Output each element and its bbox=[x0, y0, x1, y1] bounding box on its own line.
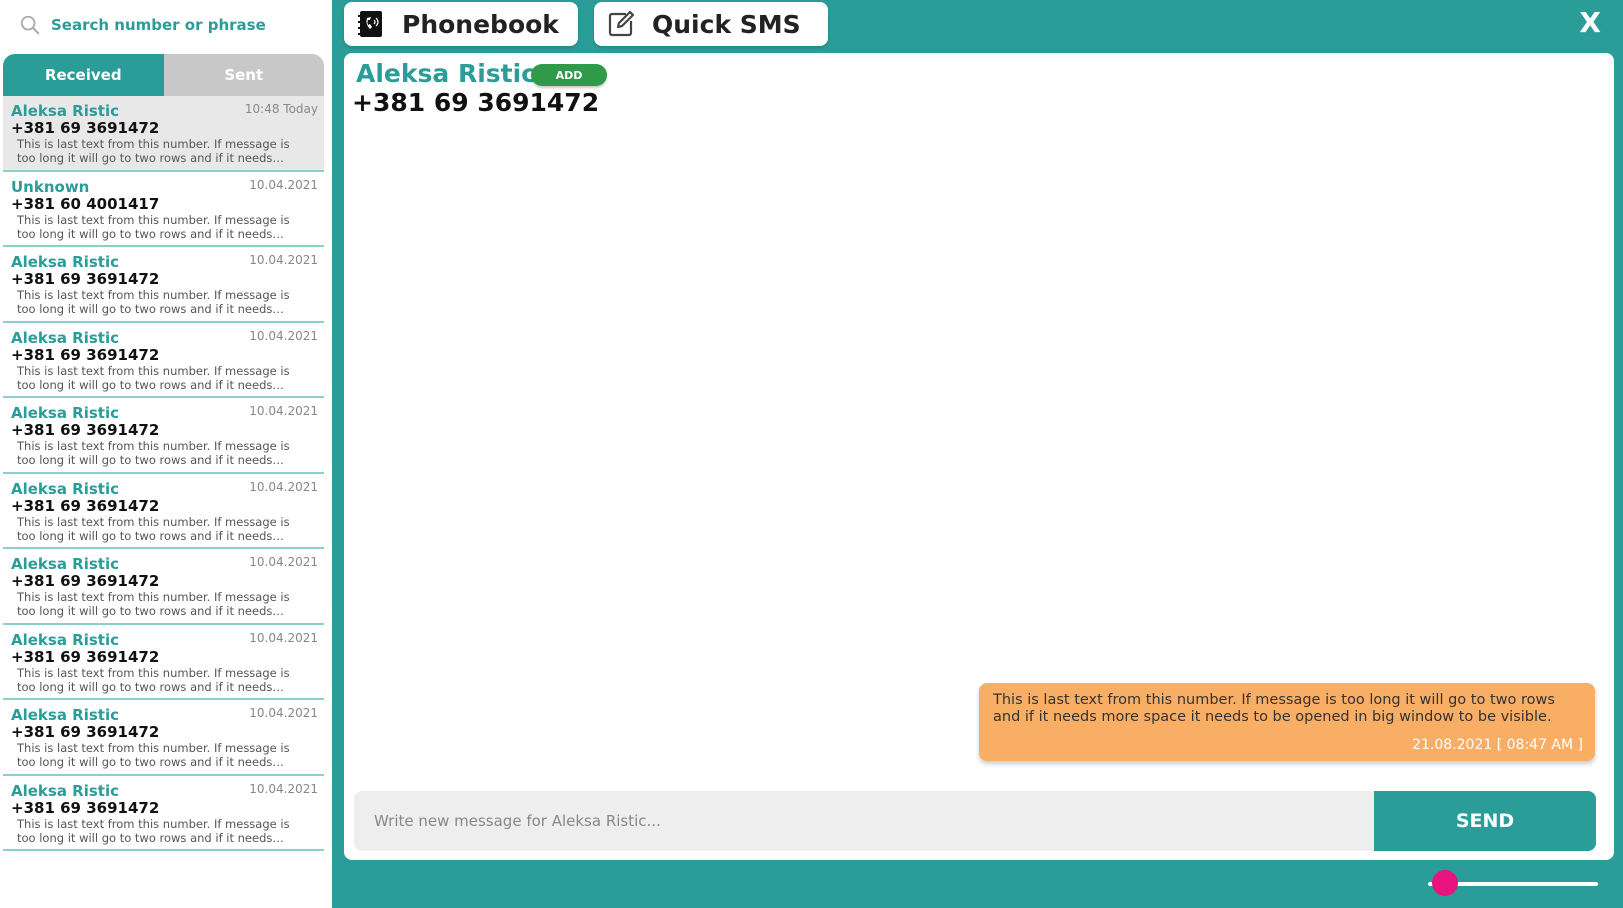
list-item[interactable]: Aleksa Ristic +381 69 3691472 10.04.2021 Th… bbox=[3, 776, 324, 851]
contact-number: +381 69 3691472 bbox=[352, 88, 600, 117]
list-item[interactable]: Aleksa Ristic +381 69 3691472 10:48 Today T… bbox=[3, 96, 324, 172]
list-item-preview: This is last text from this number. If m… bbox=[17, 288, 290, 316]
search-input[interactable] bbox=[51, 16, 311, 34]
list-item-preview: This is last text from this number. If m… bbox=[17, 514, 290, 543]
list-item-preview: This is last text from this number. If m… bbox=[17, 665, 290, 694]
add-contact-button[interactable]: ADD bbox=[531, 64, 607, 86]
list-item-number: +381 69 3691472 bbox=[11, 647, 160, 666]
list-item-preview: This is last text from this number. If m… bbox=[17, 590, 290, 618]
list-item-date: 10.04.2021 bbox=[249, 781, 318, 796]
message-time: 21.08.2021 [ 08:47 AM ] bbox=[1412, 737, 1583, 753]
list-item-number: +381 69 3691472 bbox=[11, 270, 160, 288]
slider-knob[interactable] bbox=[1432, 870, 1458, 896]
list-item[interactable]: Aleksa Ristic +381 69 3691472 10.04.2021 Th… bbox=[3, 474, 324, 549]
message-bubble: This is last text from this number. If m… bbox=[979, 683, 1595, 761]
list-item-date: 10.04.2021 bbox=[249, 328, 318, 343]
list-item-number: +381 69 3691472 bbox=[11, 421, 160, 439]
list-item-number: +381 69 3691472 bbox=[11, 572, 160, 590]
message-tabs: Received Sent bbox=[3, 54, 324, 96]
phonebook-icon bbox=[358, 11, 382, 37]
list-item-date: 10.04.2021 bbox=[249, 479, 318, 494]
list-item-number: +381 60 4001417 bbox=[11, 194, 160, 213]
list-item-date: 10:48 Today bbox=[244, 102, 318, 116]
list-item-preview: This is last text from this number. If m… bbox=[17, 439, 290, 467]
list-item-preview: This is last text from this number. If m… bbox=[17, 137, 290, 165]
list-item-date: 10.04.2021 bbox=[249, 253, 318, 267]
edit-icon bbox=[608, 10, 635, 37]
list-item[interactable]: Aleksa Ristic +381 69 3691472 10.04.2021 Th… bbox=[3, 549, 324, 625]
quick-sms-label: Quick SMS bbox=[652, 9, 801, 39]
list-item-number: +381 69 3691472 bbox=[11, 798, 160, 817]
phonebook-label: Phonebook bbox=[402, 9, 559, 39]
list-item-preview: This is last text from this number. If m… bbox=[17, 816, 290, 845]
send-button[interactable]: SEND bbox=[1374, 791, 1596, 851]
tab-received[interactable]: Received bbox=[3, 54, 164, 96]
close-button[interactable]: X bbox=[1579, 6, 1601, 39]
search-icon bbox=[20, 15, 40, 35]
volume-slider[interactable] bbox=[1428, 870, 1598, 896]
list-item[interactable]: Aleksa Ristic +381 69 3691472 10.04.2021 Th… bbox=[3, 323, 324, 398]
message-input[interactable] bbox=[354, 791, 1374, 851]
list-item-date: 10.04.2021 bbox=[249, 706, 318, 720]
conversation-panel: Aleksa Ristic ADD +381 69 3691472 This i… bbox=[344, 53, 1614, 860]
list-item-number: +381 69 3691472 bbox=[11, 119, 160, 137]
list-item[interactable]: Aleksa Ristic +381 69 3691472 10.04.2021 Th… bbox=[3, 247, 324, 323]
list-item[interactable]: Unknown +381 60 4001417 10.04.2021 This is … bbox=[3, 172, 324, 247]
conversation-list-panel: Received Sent Aleksa Ristic+381 69 36914… bbox=[0, 0, 332, 908]
list-item-date: 10.04.2021 bbox=[249, 630, 318, 645]
tab-sent[interactable]: Sent bbox=[163, 54, 324, 96]
list-item-date: 10.04.2021 bbox=[249, 555, 318, 569]
list-item-preview: This is last text from this number. If m… bbox=[17, 212, 290, 241]
phonebook-button[interactable]: Phonebook bbox=[344, 2, 578, 46]
quick-sms-button[interactable]: Quick SMS bbox=[594, 2, 828, 46]
list-item[interactable]: Aleksa Ristic +381 69 3691472 10.04.2021 Th… bbox=[3, 398, 324, 474]
list-item-number: +381 69 3691472 bbox=[11, 345, 160, 364]
message-list: Aleksa Ristic +381 69 3691472 10:48 Today T… bbox=[3, 96, 324, 902]
list-item-date: 10.04.2021 bbox=[249, 404, 318, 418]
list-item[interactable]: Aleksa Ristic +381 69 3691472 10.04.2021 Th… bbox=[3, 625, 324, 700]
list-item-date: 10.04.2021 bbox=[249, 177, 318, 192]
search-box[interactable] bbox=[3, 3, 324, 47]
list-item[interactable]: Aleksa Ristic +381 69 3691472 10.04.2021 Th… bbox=[3, 700, 324, 776]
message-text: This is last text from this number. If m… bbox=[993, 692, 1555, 725]
list-item-preview: This is last text from this number. If m… bbox=[17, 741, 290, 769]
compose-bar: SEND bbox=[354, 791, 1596, 851]
contact-name: Aleksa Ristic bbox=[356, 59, 536, 88]
list-item-number: +381 69 3691472 bbox=[11, 723, 160, 741]
list-item-number: +381 69 3691472 bbox=[11, 496, 160, 515]
list-item-preview: This is last text from this number. If m… bbox=[17, 363, 290, 392]
